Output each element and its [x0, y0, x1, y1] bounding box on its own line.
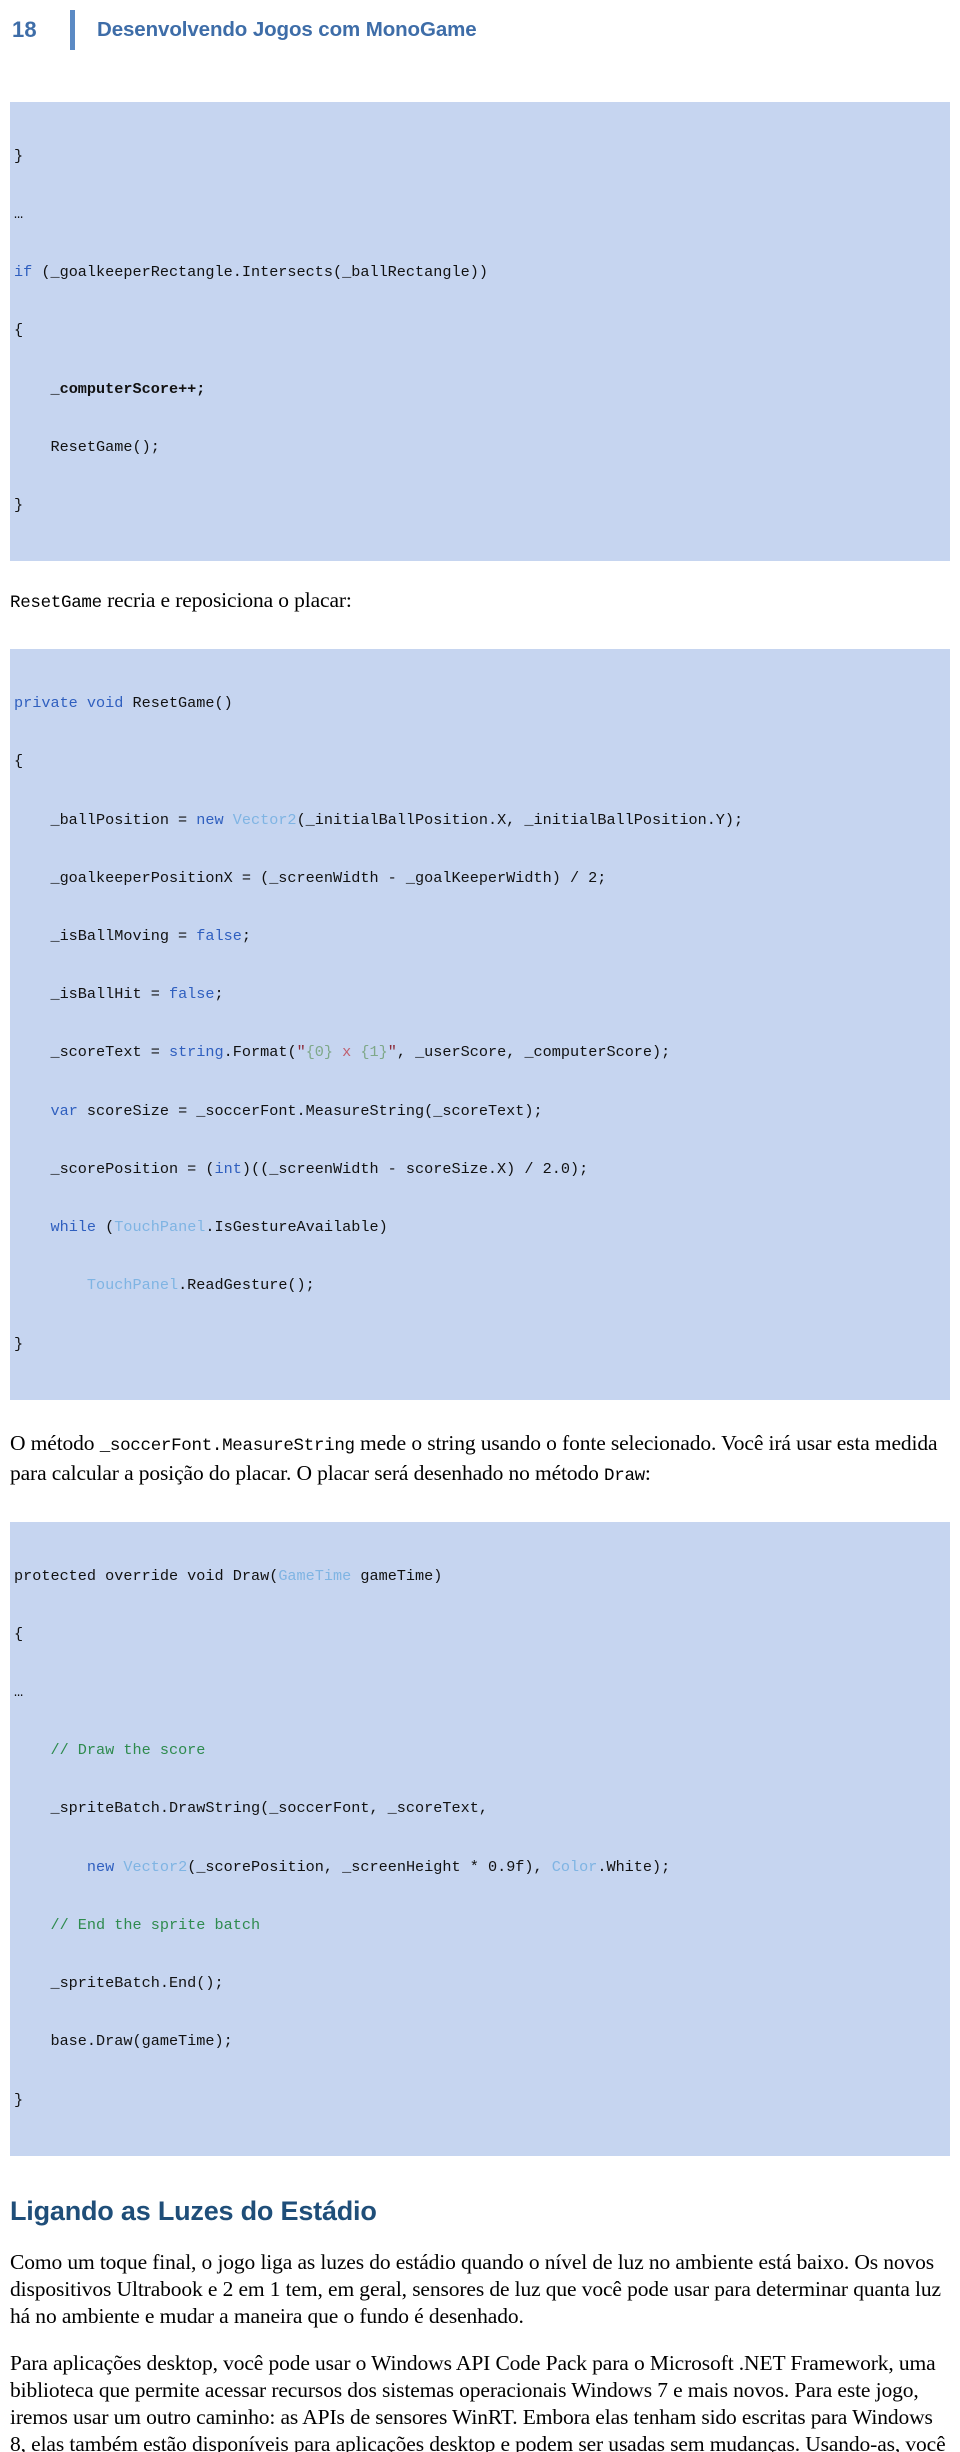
paragraph-resetgame-intro: ResetGame recria e reposiciona o placar: [10, 587, 950, 617]
code-line: _scorePosition = (int)((_screenWidth - s… [14, 1159, 589, 1178]
running-header: 18 Desenvolvendo Jogos com MonoGame [12, 0, 950, 52]
code-line: _spriteBatch.DrawString(_soccerFont, _sc… [14, 1799, 488, 1818]
code-line: _computerScore++; [50, 379, 206, 398]
code-line: _isBallHit = false; [14, 985, 224, 1004]
code-line: { [14, 752, 24, 771]
code-line: protected override void Draw(GameTime ga… [14, 1566, 443, 1585]
code-line: if (_goalkeeperRectangle.Intersects(_bal… [14, 263, 488, 282]
code-line: ResetGame(); [14, 437, 160, 456]
document-page: 18 Desenvolvendo Jogos com MonoGame } … … [0, 0, 960, 2452]
code-line: base.Draw(gameTime); [14, 2032, 233, 2051]
code-line: { [14, 321, 24, 340]
code-line: private void ResetGame() [14, 694, 233, 713]
code-line: _goalkeeperPositionX = (_screenWidth - _… [14, 868, 607, 887]
page-number: 18 [12, 17, 37, 42]
header-divider-rule [70, 10, 75, 50]
code-line-ellipsis: … [14, 205, 25, 224]
code-line: } [14, 496, 24, 515]
paragraph-text-part-3: : [644, 1460, 651, 1485]
code-line-ellipsis: … [14, 1683, 25, 1702]
inline-code-measurestring: _soccerFont.MeasureString [99, 1435, 355, 1456]
code-line: } [14, 2090, 24, 2109]
code-line: _scoreText = string.Format("{0} x {1}", … [14, 1043, 671, 1062]
paragraph-text-part-1: O método [10, 1430, 100, 1455]
code-line: _isBallMoving = false; [14, 927, 251, 946]
code-line: _spriteBatch.End(); [14, 1974, 224, 1993]
paragraph-stadium-lights: Como um toque final, o jogo liga as luze… [10, 2249, 941, 2328]
paragraph-text: recria e reposiciona o placar: [101, 588, 352, 613]
code-line: } [14, 1334, 24, 1353]
inline-code-draw: Draw [604, 1465, 645, 1486]
code-block-collision-check: } … if (_goalkeeperRectangle.Intersects(… [10, 102, 950, 562]
inline-code-resetgame: ResetGame [10, 593, 102, 614]
paragraph-winrt-sensors: Para aplicações desktop, você pode usar … [10, 2350, 946, 2452]
code-line: while (TouchPanel.IsGestureAvailable) [50, 1218, 388, 1237]
code-line: // End the sprite batch [50, 1915, 261, 1934]
code-line: TouchPanel.ReadGesture(); [86, 1276, 315, 1295]
code-line: { [14, 1624, 24, 1643]
code-line: } [14, 146, 24, 165]
code-line: new Vector2(_scorePosition, _screenHeigh… [86, 1857, 671, 1876]
code-block-resetgame-method: private void ResetGame() { _ballPosition… [10, 649, 950, 1400]
paragraph-measurestring-explanation: O método _soccerFont.MeasureString mede … [10, 1430, 950, 1490]
code-line: _ballPosition = new Vector2(_initialBall… [14, 810, 744, 829]
book-title: Desenvolvendo Jogos com MonoGame [97, 18, 477, 41]
code-line: // Draw the score [50, 1741, 206, 1760]
code-block-draw-method: protected override void Draw(GameTime ga… [10, 1521, 950, 2156]
section-heading: Ligando as Luzes do Estádio [10, 2195, 377, 2226]
code-line: var scoreSize = _soccerFont.MeasureStrin… [50, 1101, 543, 1120]
